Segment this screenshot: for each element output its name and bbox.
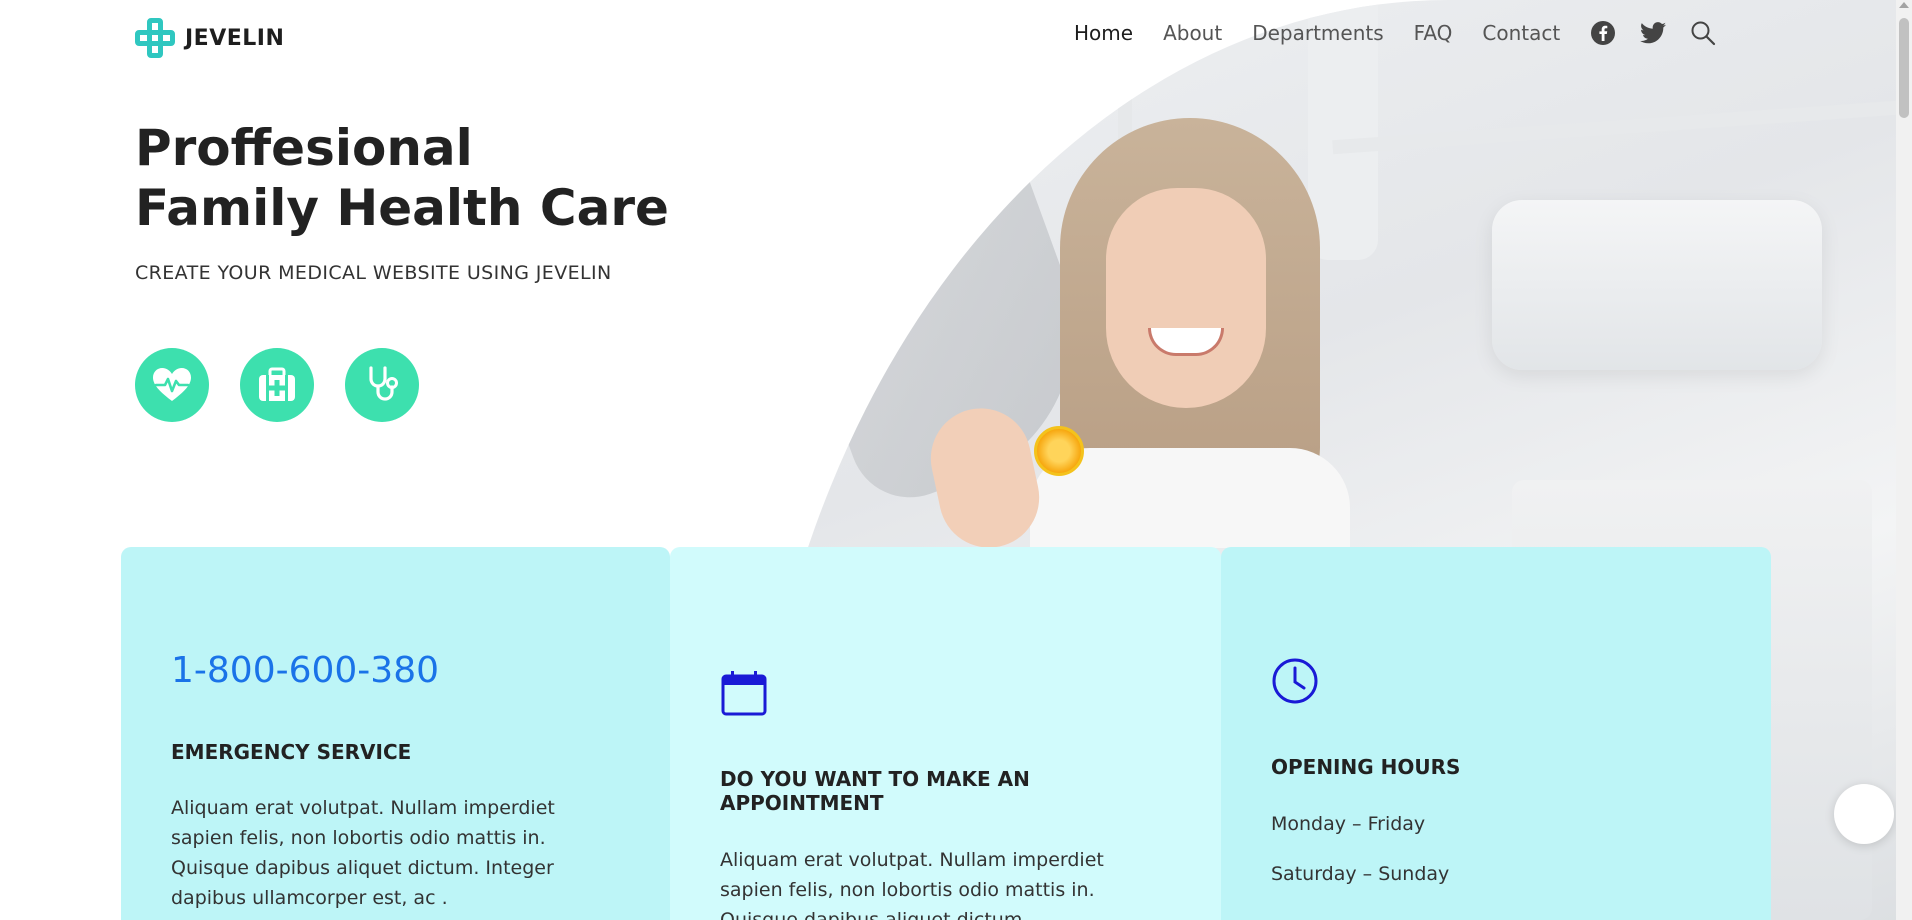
clock-icon (1271, 657, 1319, 710)
equipment-rail (1332, 99, 1912, 155)
medical-kit-icon[interactable] (240, 348, 314, 422)
brand-logo[interactable]: JEVELIN (135, 18, 284, 58)
hero-subtitle: CREATE YOUR MEDICAL WEBSITE USING JEVELI… (135, 262, 612, 284)
brand-name: JEVELIN (185, 25, 285, 51)
floating-action-button[interactable] (1834, 784, 1894, 844)
emergency-text: Aliquam erat volutpat. Nullam imperdiet … (171, 797, 555, 909)
hours-row-weekdays: Monday – Friday (1271, 813, 1426, 835)
dental-unit (1492, 200, 1822, 370)
hero-title: Proffesional Family Health Care (135, 118, 669, 238)
orange-slice (1034, 426, 1084, 476)
emergency-service-card: 1-800-600-380 EMERGENCY SERVICE Aliquam … (121, 547, 670, 920)
nav-faq[interactable]: FAQ (1414, 21, 1453, 45)
nav-home[interactable]: Home (1074, 21, 1133, 45)
emergency-phone-link[interactable]: 1-800-600-380 (171, 650, 439, 691)
main-nav: Home About Departments FAQ Contact (1074, 20, 1716, 46)
scroll-up-arrow-icon[interactable] (1899, 2, 1909, 8)
opening-hours-card: OPENING HOURS Monday – Friday Saturday –… (1221, 547, 1771, 920)
page-scrollbar[interactable] (1896, 0, 1912, 920)
twitter-icon[interactable] (1640, 20, 1667, 46)
hero-feature-icons (135, 348, 419, 422)
facebook-icon[interactable] (1590, 20, 1616, 46)
appointment-card: DO YOU WANT TO MAKE AN APPOINTMENT Aliqu… (670, 547, 1221, 920)
hours-row-weekend: Saturday – Sunday (1271, 863, 1450, 885)
hero-woman-image (921, 118, 1350, 557)
hero-title-line2: Family Health Care (135, 179, 669, 237)
opening-hours-title: OPENING HOURS (1271, 755, 1461, 779)
stethoscope-icon[interactable] (345, 348, 419, 422)
hero-title-line1: Proffesional (135, 119, 473, 177)
calendar-icon (720, 669, 768, 722)
nav-departments[interactable]: Departments (1252, 21, 1383, 45)
scrollbar-thumb[interactable] (1899, 18, 1909, 118)
appointment-text: Aliquam erat volutpat. Nullam imperdiet … (720, 849, 1104, 920)
search-icon[interactable] (1690, 20, 1716, 46)
logo-cross-icon (135, 18, 175, 58)
emergency-title: EMERGENCY SERVICE (171, 740, 412, 764)
appointment-title: DO YOU WANT TO MAKE AN APPOINTMENT (720, 767, 1030, 815)
nav-about[interactable]: About (1163, 21, 1222, 45)
heart-pulse-icon[interactable] (135, 348, 209, 422)
nav-contact[interactable]: Contact (1482, 21, 1560, 45)
